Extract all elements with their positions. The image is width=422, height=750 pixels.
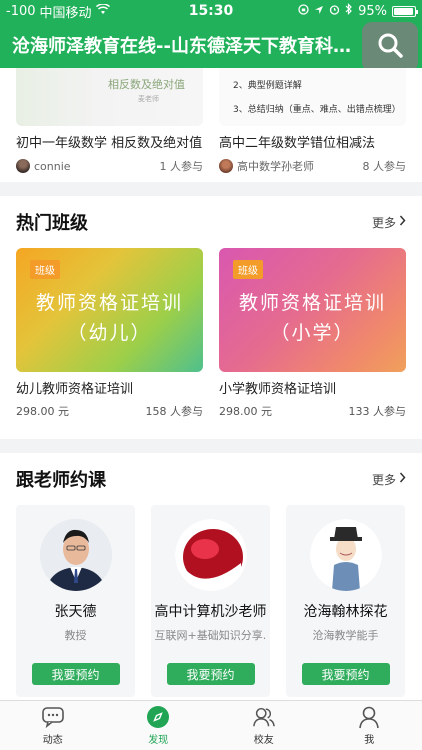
tab-label: 校友 <box>253 735 274 746</box>
book-button[interactable]: 我要预约 <box>31 663 120 685</box>
bluetooth-icon <box>345 3 353 19</box>
book-button[interactable]: 我要预约 <box>301 663 390 685</box>
book-button[interactable]: 我要预约 <box>166 663 255 685</box>
class-tag: 班级 <box>30 260 60 279</box>
section-divider <box>0 439 422 453</box>
course-author: 高中数学孙老师 <box>237 160 314 173</box>
more-link[interactable]: 更多 <box>372 214 406 231</box>
more-link[interactable]: 更多 <box>372 471 406 488</box>
teacher-photo <box>309 519 382 591</box>
people-icon <box>252 705 276 729</box>
hot-classes-section: 热门班级 更多 班级 教师资格证培训 （幼儿） 幼儿教师资格证培训 298.00… <box>0 196 422 439</box>
tab-discover[interactable]: 发现 <box>106 701 212 750</box>
course-thumbnail: 2、典型例题详解 3、总结归纳（重点、难点、出错点梳理） <box>219 68 406 126</box>
status-bar: -100 中国移动 15:30 95% <box>0 0 422 22</box>
course-card[interactable]: 2、典型例题详解 3、总结归纳（重点、难点、出错点梳理） 高中二年级数学错位相减… <box>219 68 406 182</box>
search-button[interactable] <box>362 22 418 72</box>
participant-count: 158 人参与 <box>145 405 204 418</box>
banner-title: 教师资格证培训 <box>35 292 183 314</box>
course-card[interactable]: 相反数及绝对值 麦老师 初中一年级数学 相反数及绝对值 connie 1 人参与 <box>16 68 203 182</box>
class-card[interactable]: 班级 教师资格证培训 （小学） 小学教师资格证培训 298.00 元 133 人… <box>219 248 406 419</box>
class-title: 小学教师资格证培训 <box>219 382 337 397</box>
thumbnail-line: 2、典型例题详解 <box>233 81 302 91</box>
app-header: 沧海师泽教育在线--山东德泽天下教育科技... <box>0 22 422 72</box>
chat-icon <box>41 705 65 729</box>
participant-count: 1 人参与 <box>159 160 204 173</box>
alarm-icon <box>329 4 340 19</box>
class-banner: 班级 教师资格证培训 （小学） <box>219 248 406 372</box>
teacher-photo <box>174 519 247 591</box>
chevron-right-icon <box>399 472 406 486</box>
avatar <box>16 159 30 173</box>
class-price: 298.00 元 <box>16 405 69 418</box>
teacher-name: 张天德 <box>54 604 97 620</box>
tab-alumni[interactable]: 校友 <box>211 701 317 750</box>
course-author: connie <box>34 159 71 173</box>
page-title: 沧海师泽教育在线--山东德泽天下教育科技... <box>12 36 362 57</box>
carrier-name: 中国移动 <box>39 5 92 21</box>
tab-label: 我 <box>364 735 375 746</box>
location-icon <box>314 4 324 19</box>
more-label: 更多 <box>371 215 396 230</box>
course-list: 相反数及绝对值 麦老师 初中一年级数学 相反数及绝对值 connie 1 人参与… <box>0 68 422 182</box>
banner-subtitle: （幼儿） <box>67 322 152 344</box>
course-title: 初中一年级数学 相反数及绝对值 <box>16 136 203 151</box>
teachers-section: 跟老师约课 更多 张天德 教授 我要预约 高中计算机沙老师 互联网+基础知识分享… <box>0 453 422 700</box>
compass-icon <box>146 705 170 729</box>
teacher-desc: 教授 <box>64 629 87 642</box>
tab-me[interactable]: 我 <box>317 701 422 750</box>
battery-fill <box>394 7 413 15</box>
class-price: 298.00 元 <box>219 405 272 418</box>
tab-label: 动态 <box>42 735 63 746</box>
signal-strength: -100 <box>6 3 36 19</box>
thumbnail-title: 相反数及绝对值 <box>108 78 185 91</box>
thumbnail-subtitle: 麦老师 <box>138 95 159 103</box>
class-tag: 班级 <box>233 260 263 279</box>
teacher-photo <box>39 519 112 591</box>
teacher-desc: 互联网+基础知识分享... <box>154 629 267 642</box>
section-divider <box>0 182 422 196</box>
battery-percent: 95% <box>358 3 387 19</box>
thumbnail-line: 3、总结归纳（重点、难点、出错点梳理） <box>233 105 401 115</box>
course-title: 高中二年级数学错位相减法 <box>219 136 376 151</box>
teacher-card[interactable]: 张天德 教授 我要预约 <box>16 505 135 697</box>
class-title: 幼儿教师资格证培训 <box>16 382 134 397</box>
avatar <box>219 159 233 173</box>
user-icon <box>357 705 381 729</box>
section-title: 跟老师约课 <box>16 470 106 491</box>
content-scroll[interactable]: 相反数及绝对值 麦老师 初中一年级数学 相反数及绝对值 connie 1 人参与… <box>0 68 422 700</box>
participant-count: 8 人参与 <box>362 160 407 173</box>
banner-subtitle: （小学） <box>270 322 355 344</box>
chevron-right-icon <box>399 215 406 229</box>
section-title: 热门班级 <box>16 213 88 234</box>
teacher-card[interactable]: 沧海翰林探花 沧海教学能手 我要预约 <box>286 505 405 697</box>
battery-icon <box>392 5 418 17</box>
tab-feed[interactable]: 动态 <box>0 701 106 750</box>
search-icon <box>375 30 405 64</box>
teacher-desc: 沧海教学能手 <box>312 629 379 642</box>
more-label: 更多 <box>371 472 396 487</box>
teacher-name: 高中计算机沙老师 <box>154 604 267 620</box>
class-card[interactable]: 班级 教师资格证培训 （幼儿） 幼儿教师资格证培训 298.00 元 158 人… <box>16 248 203 419</box>
participant-count: 133 人参与 <box>348 405 407 418</box>
teacher-name: 沧海翰林探花 <box>303 604 388 620</box>
wifi-icon <box>95 2 110 19</box>
tab-bar: 动态 发现 校友 我 <box>0 700 422 750</box>
teacher-card[interactable]: 高中计算机沙老师 互联网+基础知识分享... 我要预约 <box>151 505 270 697</box>
tab-label: 发现 <box>148 735 169 746</box>
lock-rotation-icon <box>298 3 309 19</box>
banner-title: 教师资格证培训 <box>238 292 386 314</box>
class-banner: 班级 教师资格证培训 （幼儿） <box>16 248 203 372</box>
course-thumbnail: 相反数及绝对值 麦老师 <box>16 68 203 126</box>
